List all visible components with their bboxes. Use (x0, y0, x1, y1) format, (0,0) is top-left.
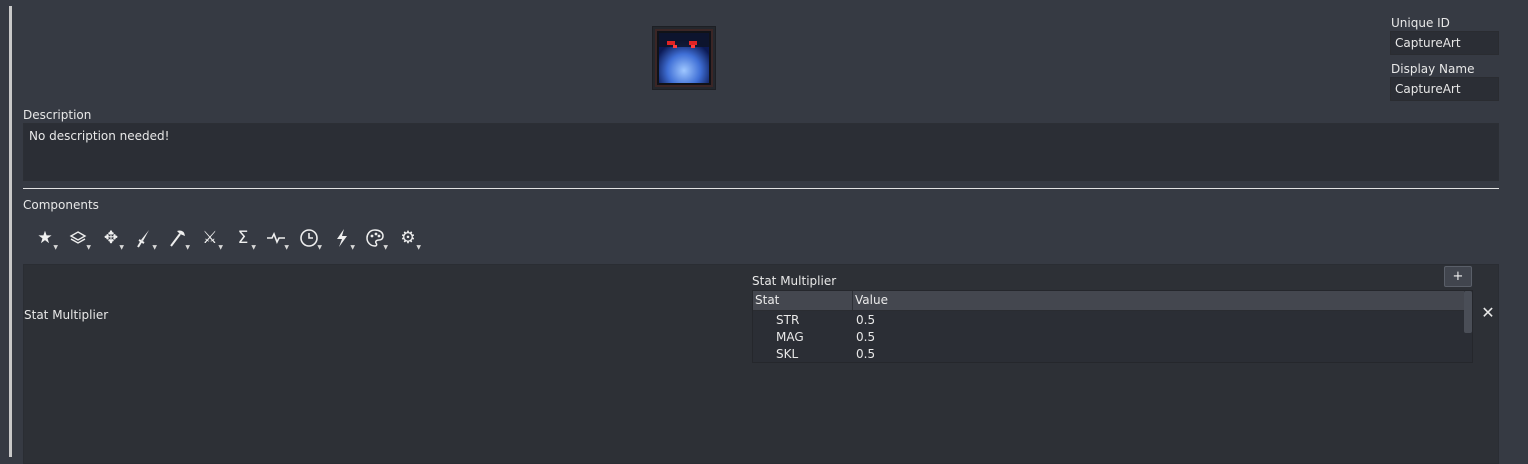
table-row[interactable]: SKL 0.5 (753, 346, 1464, 363)
stat-multiplier-table: Stat Value STR 0.5 MAG 0.5 SKL 0.5 (752, 290, 1473, 363)
column-header-stat[interactable]: Stat (755, 291, 779, 310)
unique-id-input[interactable]: CaptureArt (1390, 31, 1499, 55)
section-divider (23, 188, 1499, 189)
value-cell[interactable]: 0.5 (856, 346, 875, 363)
stat-cell: SKL (776, 347, 799, 361)
unique-id-label: Unique ID (1391, 16, 1450, 30)
clock-icon[interactable]: ▼ (294, 224, 324, 252)
item-icon[interactable] (652, 26, 716, 90)
pulse-icon[interactable]: ▼ (261, 224, 291, 252)
description-label: Description (23, 108, 92, 122)
table-header: Stat Value (753, 291, 1464, 311)
remove-component-button[interactable]: ✕ (1481, 303, 1495, 323)
stat-cell: STR (776, 313, 800, 327)
column-header-value[interactable]: Value (852, 291, 888, 310)
table-scrollbar[interactable] (1464, 291, 1472, 333)
components-label: Components (23, 198, 99, 212)
move-arrows-icon[interactable]: ✥ ▼ (96, 224, 126, 252)
ghost-portrait-icon (655, 29, 713, 87)
left-edge-bar (9, 6, 12, 457)
sword-icon[interactable]: ▼ (129, 224, 159, 252)
display-name-input[interactable]: CaptureArt (1390, 77, 1499, 101)
stat-table-title: Stat Multiplier (752, 274, 837, 288)
table-row[interactable]: MAG 0.5 (753, 329, 1464, 346)
star-icon[interactable]: ★ ▼ (30, 224, 60, 252)
table-row[interactable]: STR 0.5 (753, 312, 1464, 329)
lightning-icon[interactable]: ▼ (327, 224, 357, 252)
crossed-swords-icon[interactable]: ⚔ ▼ (195, 224, 225, 252)
display-name-label: Display Name (1391, 62, 1475, 76)
value-cell[interactable]: 0.5 (856, 312, 875, 329)
description-textarea[interactable]: No description needed! (23, 123, 1499, 181)
layers-icon[interactable]: ▼ (63, 224, 93, 252)
palette-icon[interactable]: ▼ (360, 224, 390, 252)
axe-icon[interactable]: ▼ (162, 224, 192, 252)
component-name-label: Stat Multiplier (24, 308, 109, 322)
sigma-icon[interactable]: Σ ▼ (228, 224, 258, 252)
add-row-button[interactable]: + (1444, 266, 1472, 287)
value-cell[interactable]: 0.5 (856, 329, 875, 346)
stat-cell: MAG (776, 330, 804, 344)
gear-icon[interactable]: ⚙ ▼ (393, 224, 423, 252)
